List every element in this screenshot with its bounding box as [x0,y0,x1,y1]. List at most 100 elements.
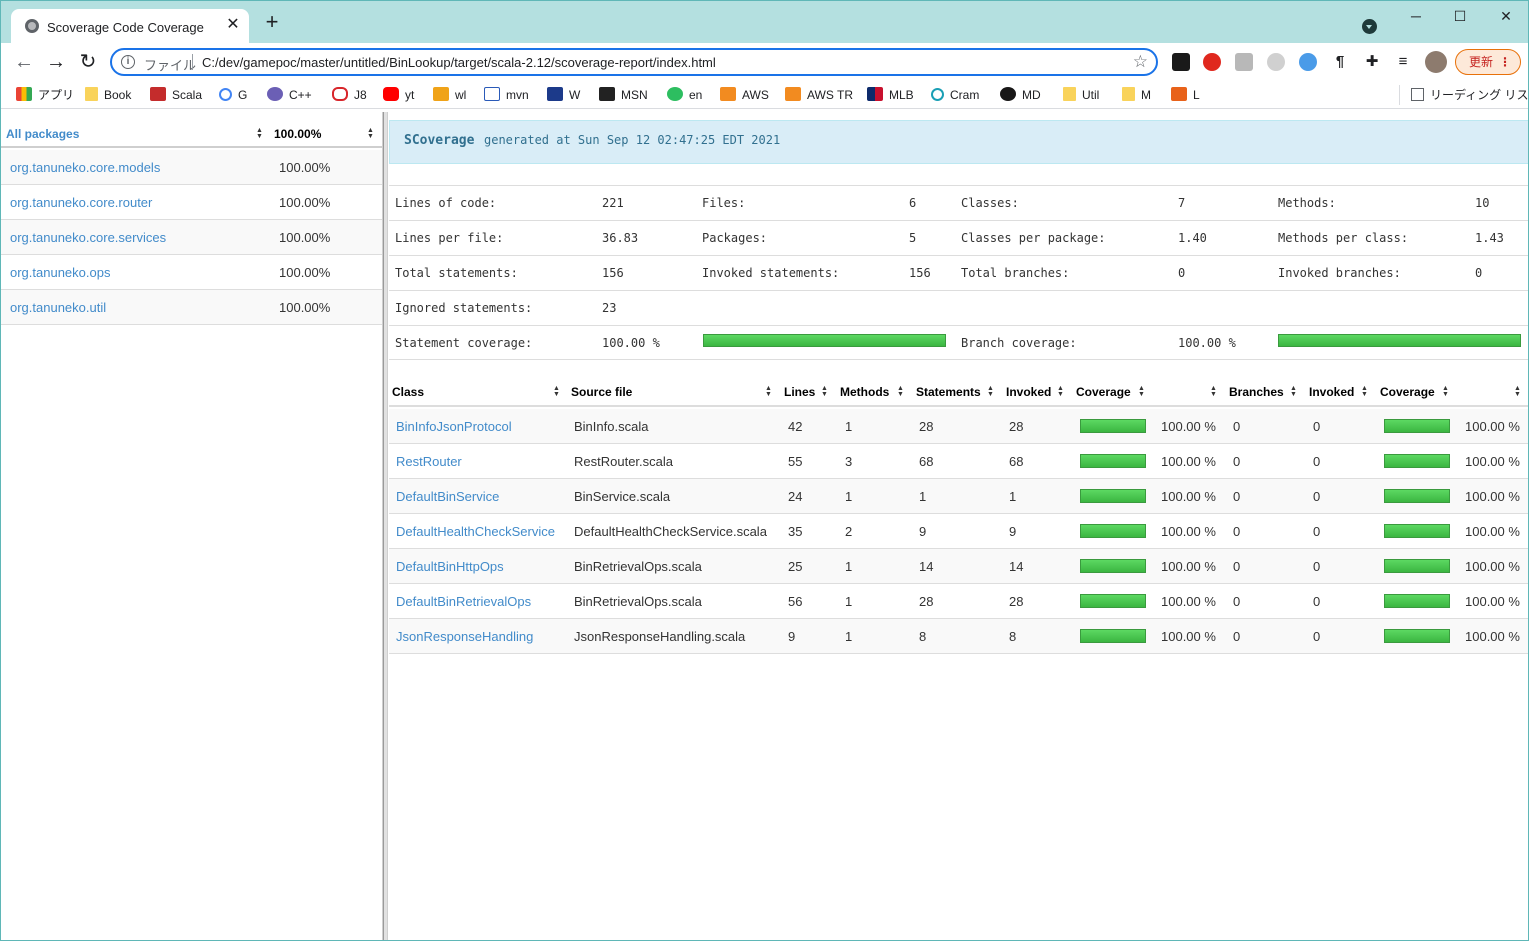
sort-icon[interactable] [367,128,374,140]
cloud-extension-icon[interactable] [1299,53,1317,71]
tab-close-icon[interactable]: ✕ [223,15,243,35]
maximize-button[interactable]: ☐ [1437,5,1483,27]
address-scheme: ファイル [144,58,197,73]
bookmark-w[interactable]: W [547,87,580,103]
column-header-statements[interactable]: Statements [916,378,981,406]
package-link[interactable]: org.tanuneko.ops [10,265,110,280]
notion-extension-icon[interactable] [1172,53,1190,71]
bookmark-aws[interactable]: AWS [720,87,769,103]
reading-list-button[interactable]: リーディング リスト [1399,85,1528,105]
column-header-branch-coverage[interactable]: Coverage [1380,378,1435,406]
media-control-icon[interactable]: ≡ [1394,53,1412,71]
class-link[interactable]: JsonResponseHandling [396,629,533,644]
bookmark-yt[interactable]: yt [383,87,414,103]
bookmark-md[interactable]: MD [1000,87,1041,103]
bookmark-j8[interactable]: J8 [332,87,367,103]
aws-tr-icon [785,87,801,101]
puzzle-extensions-icon[interactable]: ✚ [1363,53,1381,71]
sort-icon[interactable] [256,128,263,140]
package-coverage: 100.00% [279,195,331,210]
stat-label: Invoked branches: [1278,266,1401,280]
address-bar[interactable]: i ファイル C:/dev/gamepoc/master/untitled/Bi… [110,48,1158,76]
opera-extension-icon[interactable] [1203,53,1221,71]
cell-lines: 55 [788,454,803,469]
class-link[interactable]: DefaultBinService [396,489,499,504]
bookmark-apps[interactable]: アプリ [16,87,74,103]
package-link[interactable]: org.tanuneko.core.services [10,230,166,245]
bookmark-aws-tr[interactable]: AWS TR [785,87,853,103]
package-coverage: 100.00% [279,230,331,245]
google-icon [219,88,232,101]
update-button[interactable]: 更新 ⋮ [1455,49,1521,75]
frame-splitter[interactable] [383,112,388,940]
sort-icon[interactable] [1057,386,1064,398]
column-header-invoked-branches[interactable]: Invoked [1309,378,1354,406]
sort-icon[interactable] [1442,386,1449,398]
bookmark-util[interactable]: Util [1063,87,1099,103]
class-link[interactable]: DefaultHealthCheckService [396,524,555,539]
back-button[interactable]: ← [12,50,36,74]
new-tab-button[interactable]: + [261,11,283,34]
l-icon [1171,87,1187,101]
column-header-invoked[interactable]: Invoked [1006,378,1051,406]
profile-avatar[interactable] [1425,51,1447,73]
bookmark-m[interactable]: M [1122,87,1151,103]
cell-methods: 2 [845,524,853,539]
bookmark-mvn[interactable]: mvn [484,87,529,103]
sort-icon[interactable] [1290,386,1297,398]
column-header-lines[interactable]: Lines [784,378,815,406]
package-link[interactable]: org.tanuneko.core.models [10,160,160,175]
sort-icon[interactable] [765,386,772,398]
bookmark-scala[interactable]: Scala [150,87,202,103]
close-window-button[interactable]: ✕ [1483,5,1528,27]
bookmark-msn[interactable]: MSN [599,87,648,103]
bookmark-wl[interactable]: wl [433,87,466,103]
sort-icon[interactable] [821,386,828,398]
minimize-button[interactable]: ─ [1393,5,1439,27]
bookmark-g[interactable]: G [219,87,247,103]
package-coverage: 100.00% [279,265,331,280]
sort-icon[interactable] [897,386,904,398]
gray-extension-icon[interactable] [1267,53,1285,71]
sort-icon[interactable] [1361,386,1368,398]
pilcrow-extension-icon[interactable]: ¶ [1331,53,1349,71]
stat-label: Total branches: [961,266,1070,280]
bookmark-en[interactable]: en [667,87,702,103]
tab-search-icon[interactable] [1362,19,1377,34]
tab-active[interactable]: Scoverage Code Coverage ✕ [11,9,249,43]
column-header-branches[interactable]: Branches [1229,378,1284,406]
class-link[interactable]: DefaultBinHttpOps [396,559,504,574]
sort-icon[interactable] [1210,386,1217,398]
bookmark-l[interactable]: L [1171,87,1200,103]
sort-icon[interactable] [1514,386,1521,398]
bookmark-star-icon[interactable]: ☆ [1133,52,1148,72]
package-coverage: 100.00% [279,160,331,175]
bookmark-cram[interactable]: Cram [931,87,979,103]
package-link[interactable]: org.tanuneko.util [10,300,106,315]
tab-title: Scoverage Code Coverage [47,20,204,35]
column-header-methods[interactable]: Methods [840,378,889,406]
info-icon[interactable]: i [121,55,135,69]
forward-button[interactable]: → [44,50,68,74]
sort-icon[interactable] [553,386,560,398]
sort-icon[interactable] [1138,386,1145,398]
bookmark-cpp[interactable]: C++ [267,87,312,103]
class-link[interactable]: DefaultBinRetrievalOps [396,594,531,609]
column-header-source[interactable]: Source file [571,378,632,406]
column-header-class[interactable]: Class [392,378,424,406]
package-link[interactable]: org.tanuneko.core.router [10,195,152,210]
bookmark-book[interactable]: Book [85,87,131,103]
sort-icon[interactable] [987,386,994,398]
cell-branch-coverage: 100.00 % [1465,594,1520,609]
pdf-extension-icon[interactable] [1235,53,1253,71]
column-header-coverage[interactable]: Coverage [1076,378,1131,406]
bookmark-mlb[interactable]: MLB [867,87,914,103]
cell-invoked: 14 [1009,559,1024,574]
stat-label: Statement coverage: [395,336,533,350]
reload-button[interactable]: ↻ [76,50,100,74]
address-url[interactable]: C:/dev/gamepoc/master/untitled/BinLookup… [202,55,716,70]
cell-branches: 0 [1233,629,1241,644]
class-link[interactable]: BinInfoJsonProtocol [396,419,512,434]
all-packages-link[interactable]: All packages [6,127,79,141]
class-link[interactable]: RestRouter [396,454,462,469]
